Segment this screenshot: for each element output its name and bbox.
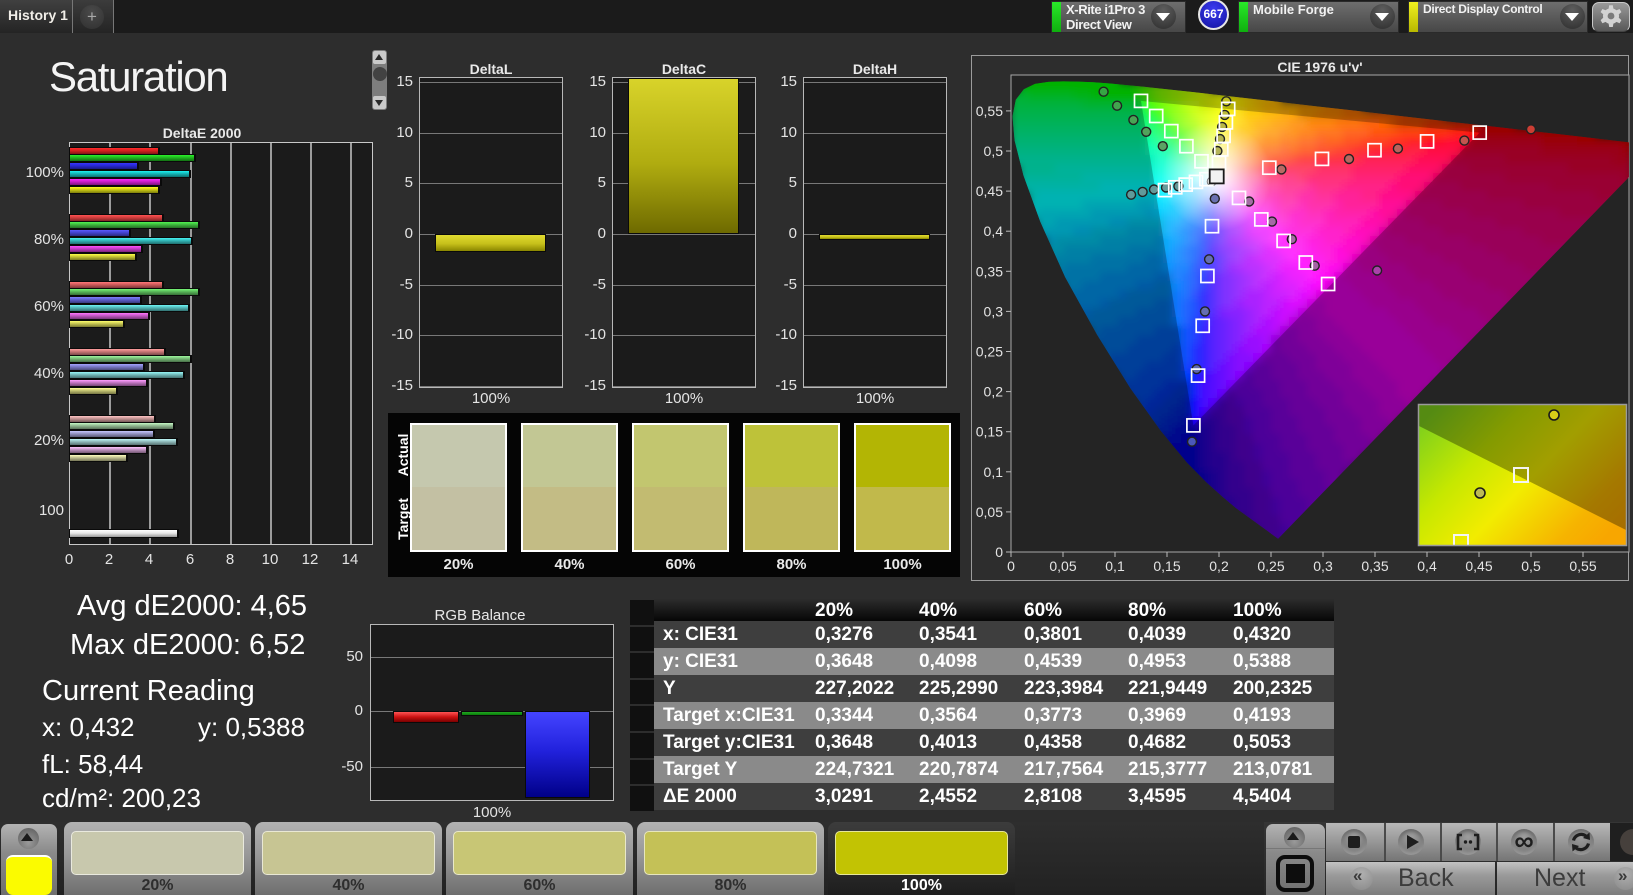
svg-text:0,05: 0,05 [1049, 558, 1076, 574]
svg-text:0,25: 0,25 [1257, 558, 1284, 574]
svg-text:0,1: 0,1 [1105, 558, 1125, 574]
svg-text:0,5: 0,5 [1521, 558, 1541, 574]
svg-text:0: 0 [1007, 558, 1015, 574]
svg-text:0,15: 0,15 [976, 424, 1003, 440]
svg-text:0,35: 0,35 [1361, 558, 1388, 574]
svg-text:0,4: 0,4 [1417, 558, 1437, 574]
svg-text:0,3: 0,3 [1313, 558, 1333, 574]
svg-text:0,45: 0,45 [1465, 558, 1492, 574]
svg-text:0,2: 0,2 [1209, 558, 1229, 574]
svg-text:0,1: 0,1 [984, 464, 1004, 480]
svg-text:0,05: 0,05 [976, 504, 1003, 520]
svg-text:0,4: 0,4 [984, 223, 1004, 239]
svg-text:0,25: 0,25 [976, 344, 1003, 360]
svg-text:0,45: 0,45 [976, 183, 1003, 199]
svg-text:0,2: 0,2 [984, 384, 1004, 400]
svg-text:0,35: 0,35 [976, 263, 1003, 279]
svg-text:0,15: 0,15 [1153, 558, 1180, 574]
svg-text:0,55: 0,55 [976, 103, 1003, 119]
svg-text:0,5: 0,5 [984, 143, 1004, 159]
svg-text:0: 0 [995, 544, 1003, 560]
svg-text:0,3: 0,3 [984, 303, 1004, 319]
svg-text:0,55: 0,55 [1569, 558, 1596, 574]
svg-text:CIE 1976 u'v': CIE 1976 u'v' [1277, 59, 1362, 75]
